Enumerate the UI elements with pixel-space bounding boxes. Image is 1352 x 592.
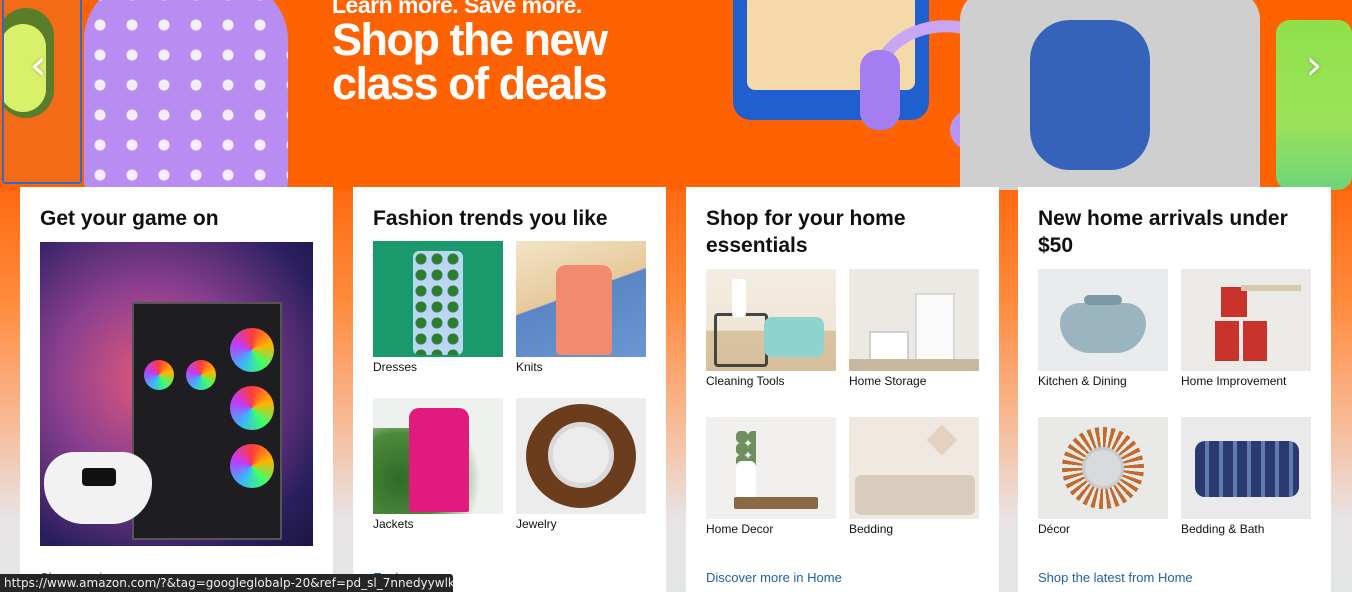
card-title: New home arrivals under $50	[1038, 207, 1288, 257]
hero-image-backpack	[84, 0, 288, 190]
card-home-essentials: Shop for your home essentials Cleaning T…	[686, 187, 999, 592]
tile-home-decor[interactable]: Home Decor	[706, 417, 836, 550]
tile-label: Bedding	[849, 522, 894, 536]
tile-label: Cleaning Tools	[706, 374, 785, 388]
tile-label: Home Storage	[849, 374, 927, 388]
jackets-image[interactable]	[373, 398, 503, 514]
kitchen-dining-image[interactable]	[1038, 269, 1168, 371]
tile-cleaning-tools[interactable]: Cleaning Tools	[706, 269, 836, 402]
tile-label: Décor	[1038, 522, 1071, 536]
tile-bedding[interactable]: Bedding	[849, 417, 979, 550]
card-title: Fashion trends you like	[373, 207, 608, 230]
tile-label: Knits	[516, 360, 543, 374]
tile-label: Dresses	[373, 360, 418, 374]
tile-knits[interactable]: Knits	[516, 241, 646, 388]
tile-dresses[interactable]: Dresses	[373, 241, 503, 388]
hero-headline: Shop the new class of deals	[332, 14, 608, 109]
carousel-prev-icon[interactable]: ‹	[20, 40, 56, 90]
home-storage-image[interactable]	[849, 269, 979, 371]
tile-jewelry[interactable]: Jewelry	[516, 398, 646, 545]
tile-bedding-bath[interactable]: Bedding & Bath	[1181, 417, 1311, 550]
bedding-image[interactable]	[849, 417, 979, 519]
card-new-home-arrivals: New home arrivals under $50 Kitchen & Di…	[1018, 187, 1331, 592]
home-improvement-image[interactable]	[1181, 269, 1311, 371]
tile-label: Bedding & Bath	[1181, 522, 1265, 536]
card-fashion: Fashion trends you like Dresses Knits Ja…	[353, 187, 666, 592]
hero-image-sweater	[960, 0, 1260, 190]
tile-label: Jewelry	[516, 517, 557, 531]
hero-banner[interactable]: Learn more. Save more. Shop the new clas…	[0, 0, 1352, 190]
carousel-next-icon[interactable]: ›	[1296, 40, 1332, 90]
decor-image[interactable]	[1038, 417, 1168, 519]
tile-home-improvement[interactable]: Home Improvement	[1181, 269, 1311, 402]
knits-image[interactable]	[516, 241, 646, 357]
card-link[interactable]: Shop the latest from Home	[1038, 570, 1193, 585]
tile-label: Home Improvement	[1181, 374, 1287, 388]
tile-kitchen-dining[interactable]: Kitchen & Dining	[1038, 269, 1168, 402]
home-decor-image[interactable]	[706, 417, 836, 519]
bedding-bath-image[interactable]	[1181, 417, 1311, 519]
gaming-pc-image[interactable]	[40, 242, 313, 546]
dresses-image[interactable]	[373, 241, 503, 357]
tile-home-storage[interactable]: Home Storage	[849, 269, 979, 402]
tile-jackets[interactable]: Jackets	[373, 398, 503, 545]
cleaning-tools-image[interactable]	[706, 269, 836, 371]
tile-label: Kitchen & Dining	[1038, 374, 1127, 388]
card-title: Shop for your home essentials	[706, 207, 906, 257]
hero-thumbnail-avocado[interactable]	[2, 0, 82, 184]
card-title: Get your game on	[40, 207, 219, 230]
tile-label: Home Decor	[706, 522, 774, 536]
tile-decor[interactable]: Décor	[1038, 417, 1168, 550]
browser-status-bar-url: https://www.amazon.com/?&tag=googlegloba…	[0, 574, 453, 592]
card-link[interactable]: Discover more in Home	[706, 570, 842, 585]
card-gaming: Get your game on Shop gaming	[20, 187, 333, 592]
jewelry-image[interactable]	[516, 398, 646, 514]
tile-label: Jackets	[373, 517, 414, 531]
